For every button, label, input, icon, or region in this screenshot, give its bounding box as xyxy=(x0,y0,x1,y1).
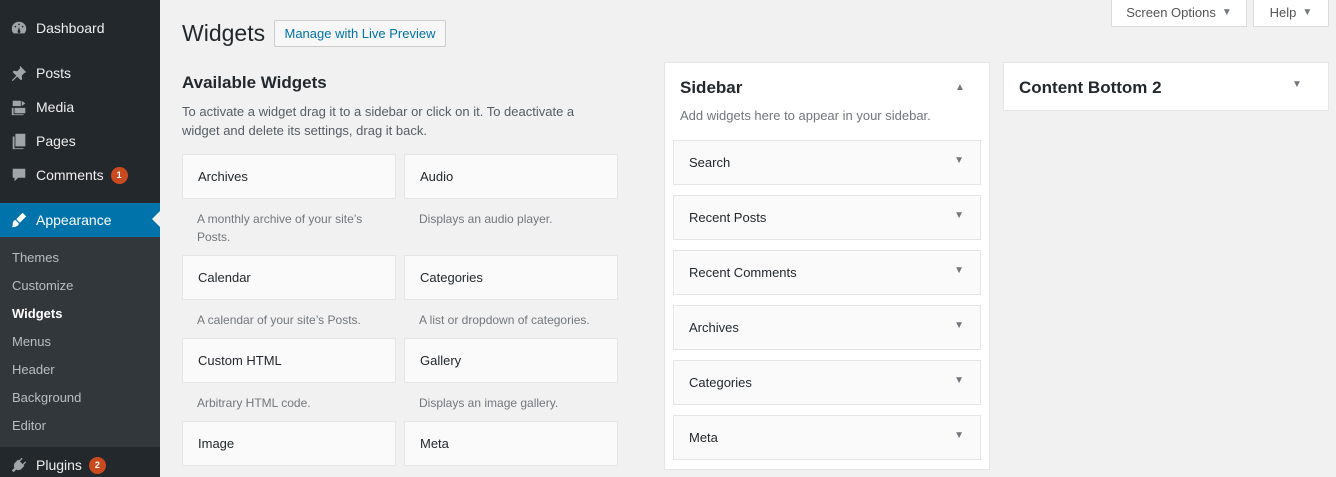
caret-down-icon[interactable]: ▼ xyxy=(954,265,964,276)
available-widgets-description: To activate a widget drag it to a sideba… xyxy=(182,104,575,138)
caret-down-icon: ▼ xyxy=(1221,7,1232,18)
sidebar-widget-archives[interactable]: Archives ▼ xyxy=(673,305,981,350)
menu-item-label: Plugins xyxy=(36,457,82,473)
widget-meta[interactable]: Meta xyxy=(404,421,618,466)
caret-down-icon[interactable]: ▼ xyxy=(954,375,964,386)
menu-item-label: Media xyxy=(36,99,75,115)
page-title: Widgets xyxy=(182,20,266,46)
submenu-item-background[interactable]: Background xyxy=(12,387,81,409)
submenu-item-menus[interactable]: Menus xyxy=(12,331,51,353)
widget-custom-html-description: Arbitrary HTML code. xyxy=(197,396,311,410)
submenu-item-header[interactable]: Header xyxy=(12,359,55,381)
widget-gallery[interactable]: Gallery xyxy=(404,338,618,383)
sidebar-widget-categories[interactable]: Categories ▼ xyxy=(673,360,981,405)
widget-categories-description: A list or dropdown of categories. xyxy=(419,313,590,327)
brush-icon xyxy=(0,203,36,237)
menu-item-label: Dashboard xyxy=(36,20,105,36)
manage-live-preview-button[interactable]: Manage with Live Preview xyxy=(274,20,446,47)
menu-item-label: Appearance xyxy=(36,212,112,228)
caret-down-icon[interactable]: ▼ xyxy=(1292,79,1302,90)
available-widgets-title: Available Widgets xyxy=(182,73,327,92)
menu-item-pages[interactable]: Pages xyxy=(0,124,160,158)
caret-down-icon[interactable]: ▼ xyxy=(954,210,964,221)
widget-custom-html[interactable]: Custom HTML xyxy=(182,338,396,383)
plugins-count-badge: 2 xyxy=(88,456,106,474)
content-bottom-2-title[interactable]: Content Bottom 2 xyxy=(1019,78,1162,98)
submenu-item-customize[interactable]: Customize xyxy=(12,275,73,297)
widget-calendar[interactable]: Calendar xyxy=(182,255,396,300)
comment-icon xyxy=(0,158,36,192)
dashboard-icon xyxy=(0,11,36,45)
widget-archives-description: A monthly archive of your site’s Posts. xyxy=(197,212,363,244)
help-button[interactable]: Help ▼ xyxy=(1253,0,1329,27)
admin-menu: Dashboard Posts Media Pages Comments 1 A… xyxy=(0,0,160,477)
widget-archives[interactable]: Archives xyxy=(182,154,396,199)
widget-categories[interactable]: Categories xyxy=(404,255,618,300)
screen-options-label: Screen Options xyxy=(1126,5,1216,20)
widget-audio-description: Displays an audio player. xyxy=(419,212,553,226)
pages-icon xyxy=(0,124,36,158)
widget-calendar-description: A calendar of your site’s Posts. xyxy=(197,313,361,327)
submenu-item-editor[interactable]: Editor xyxy=(12,415,46,437)
menu-item-comments[interactable]: Comments 1 xyxy=(0,158,160,192)
sidebar-widget-title: Meta xyxy=(689,430,718,445)
menu-item-label: Pages xyxy=(36,133,76,149)
screen-options-button[interactable]: Screen Options ▼ xyxy=(1111,0,1247,27)
menu-item-dashboard[interactable]: Dashboard xyxy=(0,11,160,45)
menu-item-label: Comments xyxy=(36,167,104,183)
plugin-icon xyxy=(0,448,36,477)
sidebar-area-title[interactable]: Sidebar xyxy=(680,78,742,98)
menu-item-media[interactable]: Media xyxy=(0,90,160,124)
caret-up-icon[interactable]: ▲ xyxy=(953,79,967,95)
menu-item-label: Posts xyxy=(36,65,72,81)
sidebar-widget-title: Archives xyxy=(689,320,739,335)
sidebar-widget-search[interactable]: Search ▼ xyxy=(673,140,981,185)
widget-image[interactable]: Image xyxy=(182,421,396,466)
caret-down-icon[interactable]: ▼ xyxy=(954,320,964,331)
sidebar-widget-title: Recent Comments xyxy=(689,265,797,280)
pin-icon xyxy=(0,56,36,90)
caret-down-icon[interactable]: ▼ xyxy=(954,155,964,166)
content-bottom-2-widget-area[interactable]: Content Bottom 2 ▼ xyxy=(1003,62,1329,111)
menu-item-posts[interactable]: Posts xyxy=(0,56,160,90)
caret-down-icon[interactable]: ▼ xyxy=(954,430,964,441)
sidebar-widget-area: Sidebar ▲ Add widgets here to appear in … xyxy=(664,62,990,470)
comments-count-badge: 1 xyxy=(110,166,128,184)
submenu-item-themes[interactable]: Themes xyxy=(12,247,59,269)
sidebar-area-description: Add widgets here to appear in your sideb… xyxy=(680,108,931,123)
sidebar-widget-title: Categories xyxy=(689,375,752,390)
caret-down-icon: ▼ xyxy=(1302,7,1313,18)
submenu-item-widgets[interactable]: Widgets xyxy=(12,303,62,325)
help-label: Help xyxy=(1269,5,1297,20)
sidebar-widget-meta[interactable]: Meta ▼ xyxy=(673,415,981,460)
menu-item-appearance[interactable]: Appearance xyxy=(0,203,160,237)
menu-item-plugins[interactable]: Plugins 2 xyxy=(0,448,160,477)
appearance-submenu: Themes Customize Widgets Menus Header Ba… xyxy=(0,237,160,447)
widget-gallery-description: Displays an image gallery. xyxy=(419,396,559,410)
sidebar-widget-title: Recent Posts xyxy=(689,210,767,225)
widget-audio[interactable]: Audio xyxy=(404,154,618,199)
sidebar-widget-recent-posts[interactable]: Recent Posts ▼ xyxy=(673,195,981,240)
sidebar-widget-recent-comments[interactable]: Recent Comments ▼ xyxy=(673,250,981,295)
media-icon xyxy=(0,90,36,124)
sidebar-widget-title: Search xyxy=(689,155,731,170)
